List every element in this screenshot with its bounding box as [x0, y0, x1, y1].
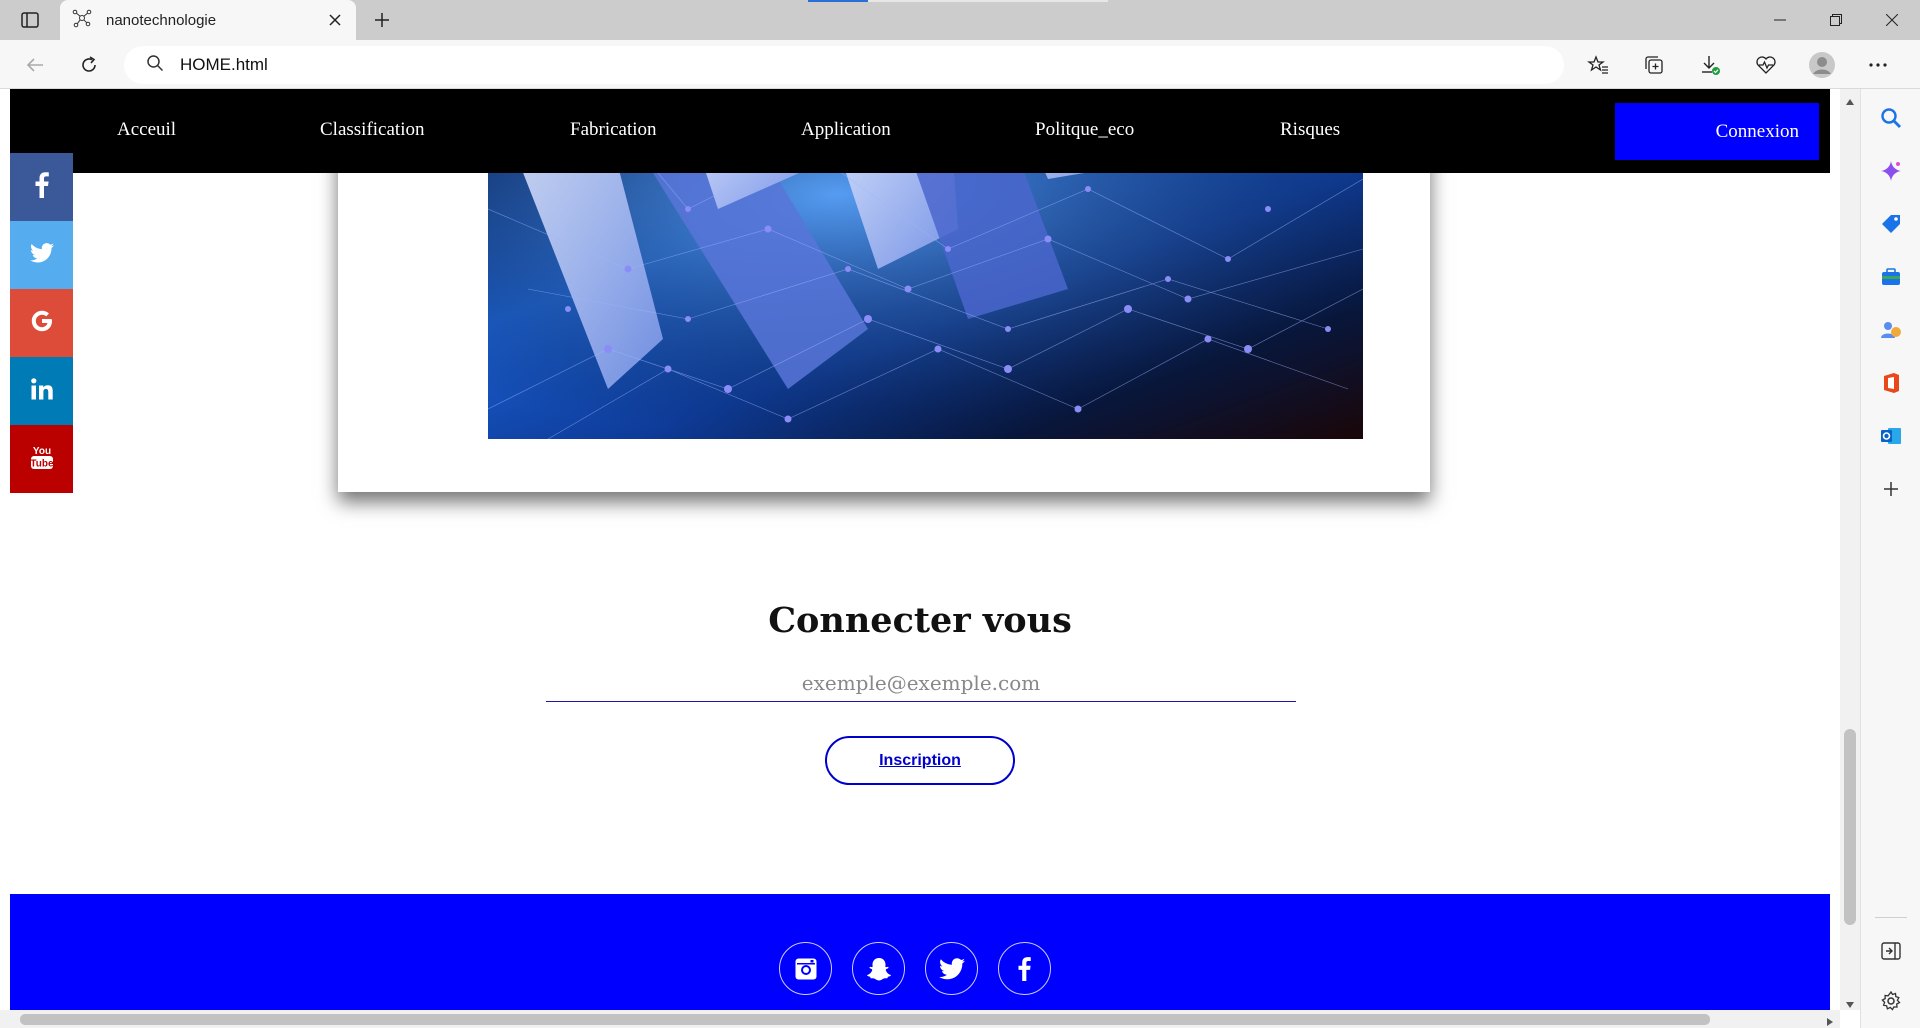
youtube-share-button[interactable]: You Tube	[10, 425, 73, 493]
horizontal-scroll-thumb[interactable]	[20, 1014, 1710, 1025]
hide-sidebar-icon[interactable]	[1877, 937, 1905, 965]
close-window-icon[interactable]	[1864, 0, 1920, 40]
facebook-icon[interactable]	[998, 942, 1051, 995]
settings-gear-icon[interactable]	[1877, 987, 1905, 1015]
toolbar-icons	[1580, 47, 1896, 83]
scroll-right-arrow-icon[interactable]	[1826, 1014, 1836, 1026]
games-icon[interactable]	[1877, 316, 1905, 344]
instagram-icon[interactable]	[779, 942, 832, 995]
network-icon	[72, 8, 92, 33]
downloads-icon[interactable]	[1692, 47, 1728, 83]
nav-link-classification[interactable]: Classification	[320, 119, 424, 141]
collections-icon[interactable]	[1636, 47, 1672, 83]
page-viewport: Acceuil Classification Fabrication Appli…	[0, 89, 1840, 1010]
copilot-icon[interactable]	[1877, 157, 1905, 185]
address-bar: HOME.html	[0, 40, 1920, 89]
twitter-icon[interactable]	[925, 942, 978, 995]
footer-social-icons	[10, 942, 1830, 995]
snapchat-icon[interactable]	[852, 942, 905, 995]
twitter-icon	[29, 242, 54, 268]
url-text: HOME.html	[180, 55, 268, 74]
back-arrow-icon[interactable]	[18, 48, 52, 82]
refresh-icon[interactable]	[72, 48, 106, 82]
sidebar-toggle-icon[interactable]	[16, 8, 44, 32]
url-field[interactable]: HOME.html	[124, 46, 1564, 84]
search-icon[interactable]	[1877, 104, 1905, 132]
email-field[interactable]	[546, 664, 1296, 702]
inscription-button[interactable]: Inscription	[825, 736, 1015, 785]
facebook-icon	[35, 171, 49, 203]
scroll-up-arrow-icon[interactable]	[1845, 93, 1855, 105]
nav-link-politque-eco[interactable]: Politque_eco	[1035, 119, 1134, 141]
nav-link-application[interactable]: Application	[801, 119, 891, 141]
social-share-bar: You Tube	[10, 153, 73, 493]
nav-link-risques[interactable]: Risques	[1280, 119, 1340, 141]
linkedin-icon	[30, 377, 53, 405]
google-icon	[31, 310, 53, 337]
site-navbar: Acceuil Classification Fabrication Appli…	[10, 89, 1830, 173]
connexion-button[interactable]: Connexion	[1615, 103, 1819, 160]
facebook-share-button[interactable]	[10, 153, 73, 221]
twitter-share-button[interactable]	[10, 221, 73, 289]
more-options-icon[interactable]	[1860, 47, 1896, 83]
tab-title: nanotechnologie	[106, 11, 217, 29]
edge-sidebar	[1860, 89, 1920, 1028]
vertical-scroll-thumb[interactable]	[1844, 729, 1856, 925]
minimize-icon[interactable]	[1752, 0, 1808, 40]
svg-text:Tube: Tube	[30, 458, 54, 469]
favorites-icon[interactable]	[1580, 47, 1616, 83]
close-tab-icon[interactable]	[326, 11, 344, 29]
outlook-icon[interactable]	[1877, 422, 1905, 450]
google-share-button[interactable]	[10, 289, 73, 357]
horizontal-scrollbar[interactable]	[0, 1010, 1840, 1028]
tab-strip-indicator-track	[868, 0, 1108, 2]
tools-icon[interactable]	[1877, 263, 1905, 291]
scroll-down-arrow-icon[interactable]	[1845, 996, 1855, 1008]
nav-link-acceuil[interactable]: Acceuil	[117, 119, 176, 141]
vertical-scrollbar[interactable]	[1840, 89, 1860, 1010]
svg-text:You: You	[32, 446, 50, 457]
tab-bar: nanotechnologie	[0, 0, 1920, 40]
office-icon[interactable]	[1877, 369, 1905, 397]
profile-avatar-icon[interactable]	[1804, 47, 1840, 83]
new-tab-button[interactable]	[368, 6, 396, 34]
youtube-icon: You Tube	[30, 444, 54, 475]
site-footer	[10, 894, 1830, 1010]
search-icon	[146, 54, 164, 77]
tab-strip-indicator	[808, 0, 868, 2]
browser-essentials-icon[interactable]	[1748, 47, 1784, 83]
add-icon[interactable]	[1877, 475, 1905, 503]
restore-icon[interactable]	[1808, 0, 1864, 40]
shopping-tag-icon[interactable]	[1877, 210, 1905, 238]
sidebar-divider	[1875, 917, 1907, 918]
nav-link-fabrication[interactable]: Fabrication	[570, 119, 657, 141]
browser-tab[interactable]: nanotechnologie	[60, 0, 356, 40]
signup-title: Connecter vous	[768, 600, 1072, 641]
linkedin-share-button[interactable]	[10, 357, 73, 425]
window-controls	[1752, 0, 1920, 40]
